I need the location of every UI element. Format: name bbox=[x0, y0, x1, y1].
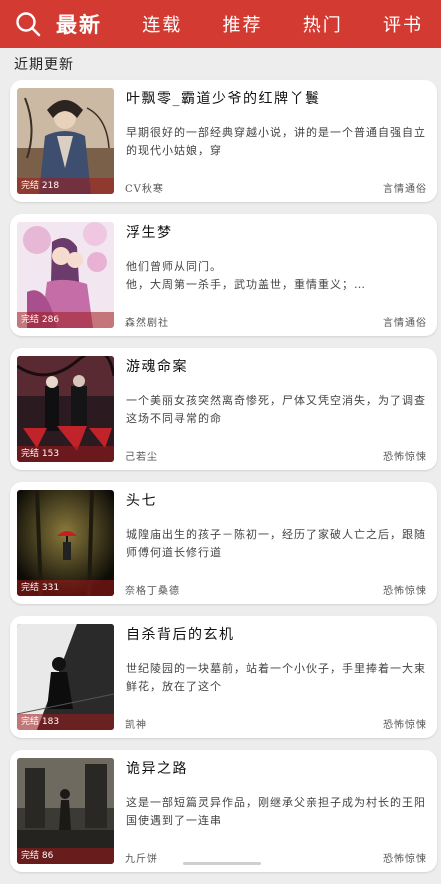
book-card[interactable]: 完结 331 头七 城隍庙出生的孩子－陈初一，经历了家破人亡之后，跟随师傅何道长… bbox=[10, 482, 437, 604]
tab-serializing[interactable]: 连载 bbox=[142, 11, 182, 37]
book-author: 凯神 bbox=[125, 720, 147, 731]
status-badge: 完结 183 bbox=[17, 714, 114, 730]
tab-storytelling[interactable]: 评书 bbox=[383, 11, 423, 37]
book-card[interactable]: 完结 183 自杀背后的玄机 世纪陵园的一块墓前，站着一个小伙子，手里捧着一大束… bbox=[10, 616, 437, 738]
tab-popular[interactable]: 热门 bbox=[303, 11, 343, 37]
book-author: 奈格丁桑德 bbox=[125, 586, 180, 597]
section-title: 近期更新 bbox=[14, 57, 74, 73]
book-author: 九斤饼 bbox=[125, 854, 158, 865]
status-badge: 完结 153 bbox=[17, 446, 114, 462]
book-description: 城隍庙出生的孩子－陈初一，经历了家破人亡之后，跟随师傅何道长修行道 bbox=[126, 528, 426, 559]
book-title: 游魂命案 bbox=[126, 359, 188, 375]
top-app-bar: 最新 连载 推荐 热门 评书 bbox=[0, 0, 441, 48]
status-badge: 完结 218 bbox=[17, 178, 114, 194]
book-category: 言情通俗 bbox=[383, 184, 427, 195]
book-title: 头七 bbox=[126, 493, 157, 509]
book-description: 早期很好的一部经典穿越小说，讲的是一个普通自强自立的现代小姑娘，穿 bbox=[126, 126, 426, 157]
book-description: 这是一部短篇灵异作品，刚继承父亲担子成为村长的王阳国使遇到了一连串 bbox=[126, 796, 426, 827]
book-cover: 完结 183 bbox=[17, 624, 114, 730]
book-title: 浮生梦 bbox=[126, 225, 173, 241]
book-title: 自杀背后的玄机 bbox=[126, 627, 235, 643]
book-list: 完结 218 叶飘零_霸道少爷的红牌丫鬟 早期很好的一部经典穿越小说，讲的是一个… bbox=[10, 80, 437, 884]
book-author: 己若尘 bbox=[125, 452, 158, 463]
scroll-indicator bbox=[183, 862, 261, 865]
book-category: 恐怖惊悚 bbox=[383, 586, 427, 597]
category-tabs: 最新 连载 推荐 热门 评书 bbox=[56, 9, 441, 39]
book-cover: 完结 286 bbox=[17, 222, 114, 328]
book-description: 一个美丽女孩突然离奇惨死，尸体又凭空消失，为了调查这场不同寻常的命 bbox=[126, 394, 426, 425]
book-cover: 完结 153 bbox=[17, 356, 114, 462]
book-author: 森然剧社 bbox=[125, 318, 169, 329]
status-badge: 完结 86 bbox=[17, 848, 114, 864]
book-description: 世纪陵园的一块墓前，站着一个小伙子，手里捧着一大束鲜花，放在了这个 bbox=[126, 662, 426, 693]
book-category: 恐怖惊悚 bbox=[383, 720, 427, 731]
book-title: 诡异之路 bbox=[126, 761, 188, 777]
book-description: 他们曾师从同门。 他，大周第一杀手，武功盖世，重情重义；… bbox=[126, 260, 366, 291]
search-button[interactable] bbox=[0, 0, 56, 48]
status-badge: 完结 286 bbox=[17, 312, 114, 328]
book-card[interactable]: 完结 86 诡异之路 这是一部短篇灵异作品，刚继承父亲担子成为村长的王阳国使遇到… bbox=[10, 750, 437, 872]
book-card[interactable]: 完结 218 叶飘零_霸道少爷的红牌丫鬟 早期很好的一部经典穿越小说，讲的是一个… bbox=[10, 80, 437, 202]
book-cover: 完结 218 bbox=[17, 88, 114, 194]
status-badge: 完结 331 bbox=[17, 580, 114, 596]
book-category: 言情通俗 bbox=[383, 318, 427, 329]
book-card[interactable]: 完结 153 游魂命案 一个美丽女孩突然离奇惨死，尸体又凭空消失，为了调查这场不… bbox=[10, 348, 437, 470]
book-category: 恐怖惊悚 bbox=[383, 452, 427, 463]
search-icon bbox=[16, 12, 41, 37]
book-title: 叶飘零_霸道少爷的红牌丫鬟 bbox=[126, 91, 321, 107]
book-category: 恐怖惊悚 bbox=[383, 854, 427, 865]
book-cover: 完结 331 bbox=[17, 490, 114, 596]
tab-latest[interactable]: 最新 bbox=[56, 9, 102, 39]
book-author: CV秋寒 bbox=[125, 184, 164, 195]
tab-recommended[interactable]: 推荐 bbox=[223, 11, 263, 37]
book-card[interactable]: 完结 286 浮生梦 他们曾师从同门。 他，大周第一杀手，武功盖世，重情重义；…… bbox=[10, 214, 437, 336]
book-cover: 完结 86 bbox=[17, 758, 114, 864]
